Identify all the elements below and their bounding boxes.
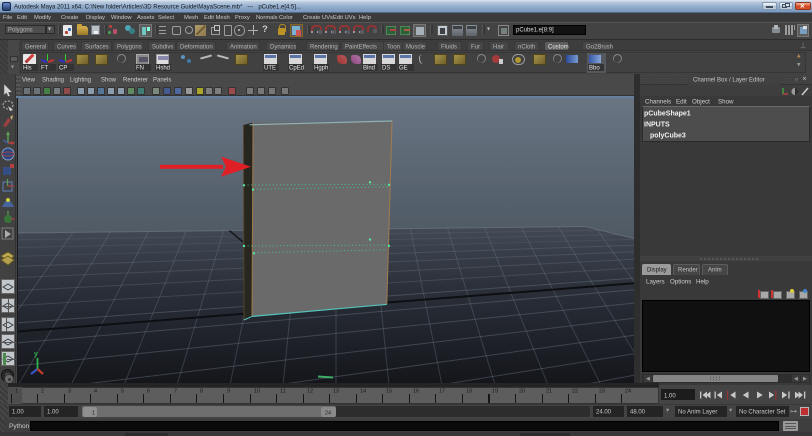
svg-text:y: y (34, 351, 38, 358)
